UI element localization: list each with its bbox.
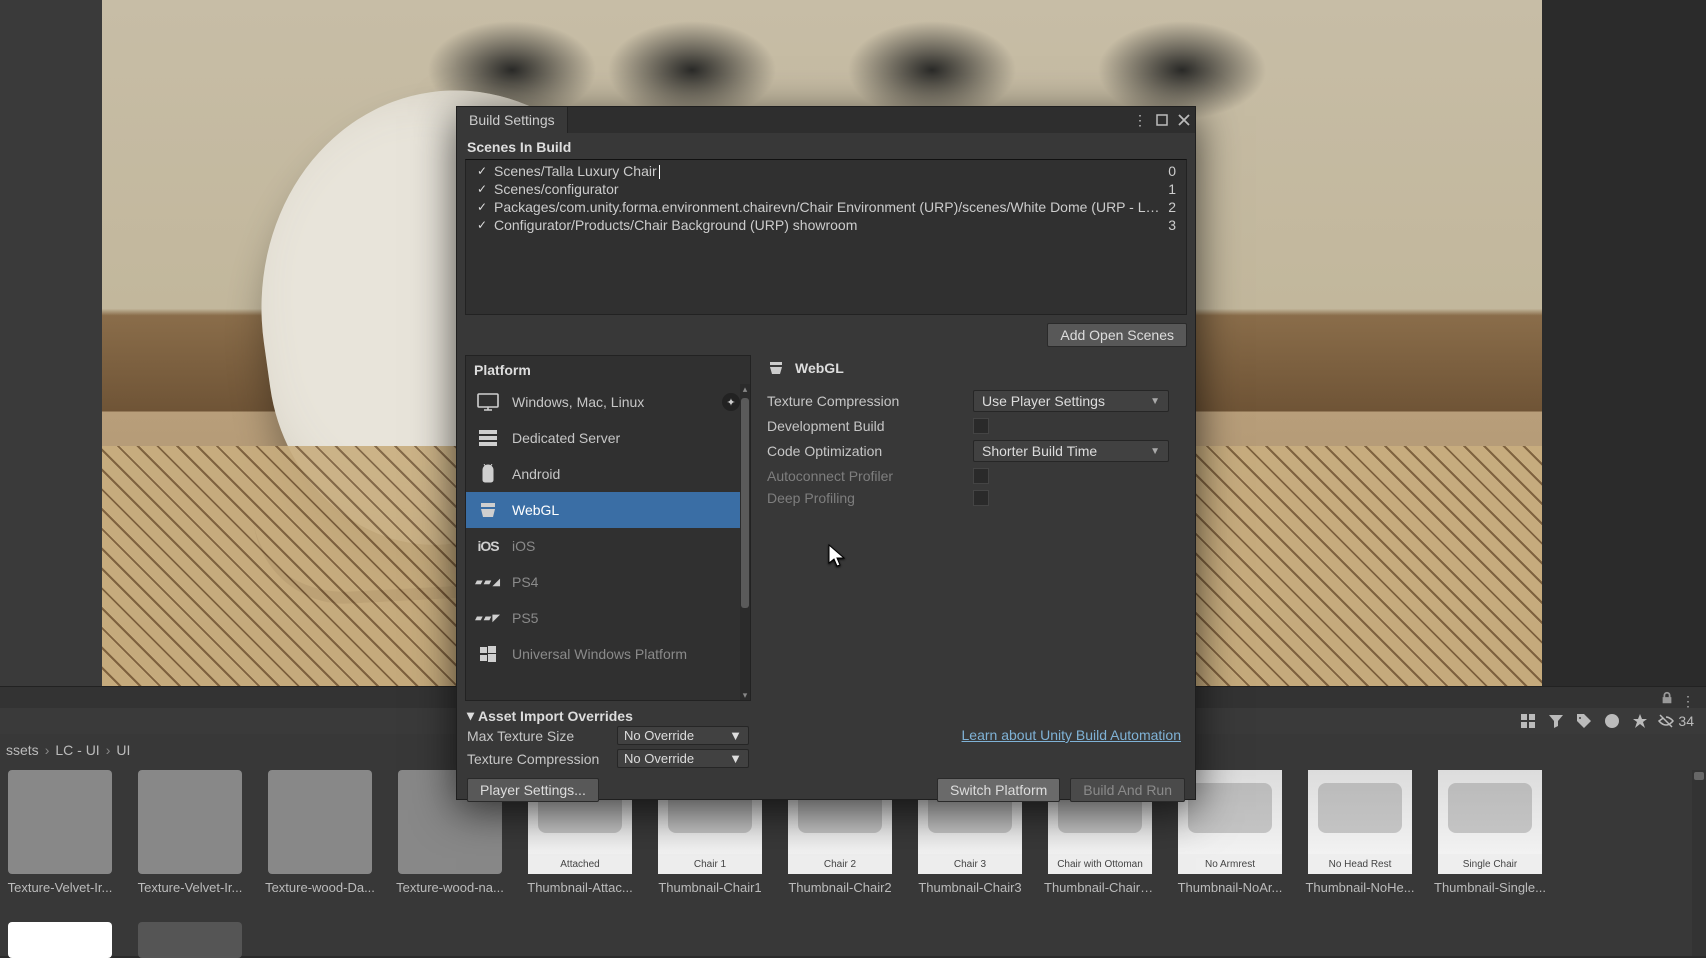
- add-open-scenes-button[interactable]: Add Open Scenes: [1047, 323, 1187, 347]
- scene-row[interactable]: ✓Configurator/Products/Chair Background …: [466, 216, 1186, 234]
- list-item[interactable]: Texture-Velvet-Ir...: [4, 770, 116, 895]
- thumbnail-grid-row2: [0, 922, 246, 958]
- project-scrollbar[interactable]: [1692, 770, 1706, 956]
- window-titlebar[interactable]: Build Settings ⋮: [457, 107, 1195, 133]
- platform-list[interactable]: Windows, Mac, Linux✦Dedicated ServerAndr…: [466, 384, 750, 700]
- override-texture-compression-select[interactable]: No Override▼: [617, 749, 749, 768]
- scene-row[interactable]: ✓Scenes/configurator1: [466, 180, 1186, 198]
- breadcrumb[interactable]: ssets› LC - UI› UI: [0, 738, 130, 762]
- breadcrumb-seg-0[interactable]: ssets: [6, 742, 39, 758]
- list-item[interactable]: Texture-Velvet-Ir...: [134, 770, 246, 895]
- texture-compression-select[interactable]: Use Player Settings▼: [973, 390, 1169, 412]
- webgl-icon: [767, 359, 785, 377]
- switch-platform-button[interactable]: Switch Platform: [937, 778, 1060, 802]
- filter-icon[interactable]: [1546, 711, 1566, 731]
- breadcrumb-seg-1[interactable]: LC - UI: [55, 742, 99, 758]
- max-texture-size-select[interactable]: No Override▼: [617, 726, 749, 745]
- autoconnect-profiler-label: Autoconnect Profiler: [767, 468, 973, 484]
- list-item[interactable]: Single ChairThumbnail-Single...: [1434, 770, 1546, 895]
- scenes-label: Scenes In Build: [457, 133, 1195, 159]
- platform-scrollbar[interactable]: ▴▾: [740, 384, 750, 700]
- platform-item-ios[interactable]: iOSiOS: [466, 528, 750, 564]
- lock-icon[interactable]: [1660, 691, 1674, 705]
- autoconnect-profiler-checkbox: [973, 468, 989, 484]
- override-texture-compression-label: Texture Compression: [467, 751, 611, 767]
- build-automation-link[interactable]: Learn about Unity Build Automation: [962, 727, 1181, 743]
- overrides-header: Asset Import Overrides: [478, 708, 633, 724]
- code-optimization-label: Code Optimization: [767, 443, 973, 459]
- android-icon: [476, 464, 500, 484]
- uwp-icon: [476, 644, 500, 664]
- window-title-tab[interactable]: Build Settings: [457, 107, 568, 133]
- platform-item-dedicated[interactable]: Dedicated Server: [466, 420, 750, 456]
- check-icon[interactable]: ✓: [476, 165, 488, 177]
- window-footer: Player Settings... Switch Platform Build…: [457, 772, 1195, 808]
- platform-item-uwp[interactable]: Universal Windows Platform: [466, 636, 750, 672]
- platform-panel: Platform Windows, Mac, Linux✦Dedicated S…: [465, 355, 751, 701]
- development-build-checkbox[interactable]: [973, 418, 989, 434]
- standalone-icon: [476, 392, 500, 412]
- max-texture-size-label: Max Texture Size: [467, 728, 611, 744]
- dedicated-icon: [476, 428, 500, 448]
- deep-profiling-label: Deep Profiling: [767, 490, 973, 506]
- close-icon[interactable]: [1173, 107, 1195, 133]
- foldout-icon[interactable]: ▾: [467, 707, 474, 724]
- cursor-icon: [828, 544, 846, 566]
- build-settings-window: Build Settings ⋮ Scenes In Build ✓Scenes…: [456, 106, 1196, 800]
- maximize-icon[interactable]: [1151, 107, 1173, 133]
- texture-compression-label: Texture Compression: [767, 393, 973, 409]
- platform-details: WebGL Texture Compression Use Player Set…: [751, 355, 1187, 701]
- hidden-count-value: 34: [1678, 713, 1694, 729]
- details-title: WebGL: [795, 360, 844, 376]
- development-build-label: Development Build: [767, 418, 973, 434]
- player-settings-button[interactable]: Player Settings...: [467, 778, 599, 802]
- ps4-icon: ▰▰◢: [476, 572, 500, 592]
- ps5-icon: ▰▰◤: [476, 608, 500, 628]
- unity-badge-icon: ✦: [722, 393, 740, 411]
- platform-item-ps4[interactable]: ▰▰◢PS4: [466, 564, 750, 600]
- check-icon[interactable]: ✓: [476, 183, 488, 195]
- list-item[interactable]: No Head RestThumbnail-NoHe...: [1304, 770, 1416, 895]
- platform-item-webgl[interactable]: WebGL: [466, 492, 750, 528]
- list-item[interactable]: Texture-wood-Da...: [264, 770, 376, 895]
- hidden-count: 34: [1658, 713, 1694, 729]
- grid-icon[interactable]: [1518, 711, 1538, 731]
- window-menu-icon[interactable]: ⋮: [1129, 107, 1151, 133]
- platform-item-android[interactable]: Android: [466, 456, 750, 492]
- webgl-icon: [476, 500, 500, 520]
- check-icon[interactable]: ✓: [476, 219, 488, 231]
- tag-icon[interactable]: [1574, 711, 1594, 731]
- info-icon[interactable]: [1602, 711, 1622, 731]
- platform-item-standalone[interactable]: Windows, Mac, Linux✦: [466, 384, 750, 420]
- star-icon[interactable]: [1630, 711, 1650, 731]
- check-icon[interactable]: ✓: [476, 201, 488, 213]
- code-optimization-select[interactable]: Shorter Build Time▼: [973, 440, 1169, 462]
- list-item[interactable]: [134, 922, 246, 958]
- window-title: Build Settings: [469, 112, 555, 128]
- breadcrumb-seg-2[interactable]: UI: [116, 742, 130, 758]
- list-item[interactable]: [4, 922, 116, 958]
- build-and-run-button: Build And Run: [1070, 778, 1185, 802]
- scenes-list[interactable]: ✓Scenes/Talla Luxury Chair0✓Scenes/confi…: [465, 159, 1187, 315]
- ios-icon: iOS: [476, 536, 500, 556]
- deep-profiling-checkbox: [973, 490, 989, 506]
- scene-row[interactable]: ✓Packages/com.unity.forma.environment.ch…: [466, 198, 1186, 216]
- scene-row[interactable]: ✓Scenes/Talla Luxury Chair0: [466, 162, 1186, 180]
- platform-label: Platform: [466, 356, 750, 384]
- platform-item-ps5[interactable]: ▰▰◤PS5: [466, 600, 750, 636]
